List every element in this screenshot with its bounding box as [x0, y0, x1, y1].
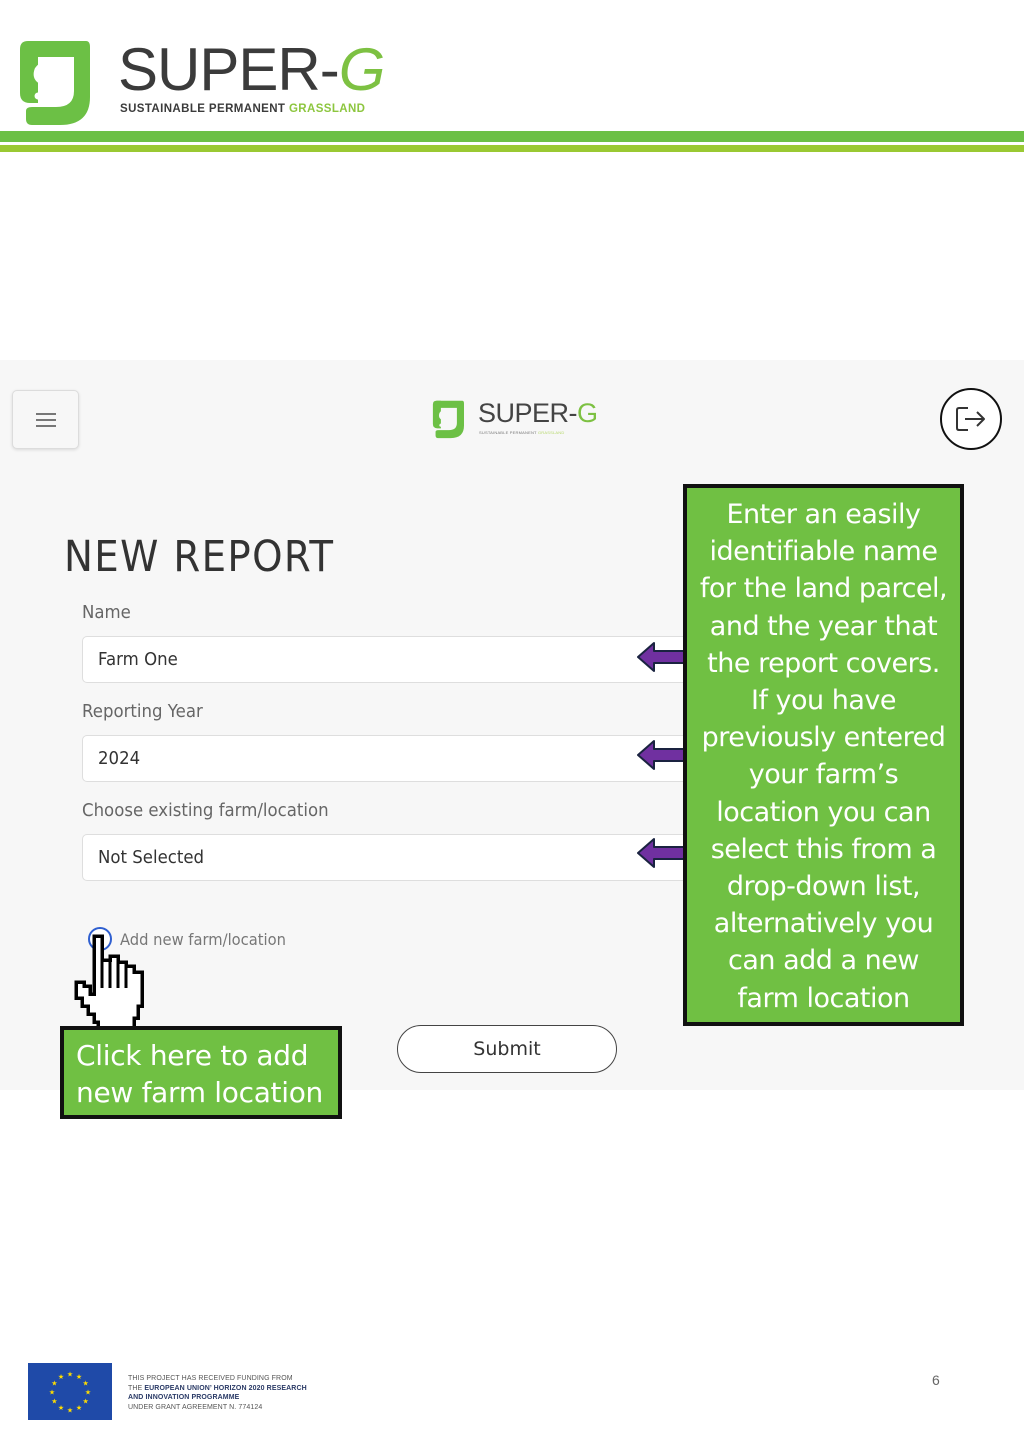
funding-line: THIS PROJECT HAS RECEIVED FUNDING FROM [128, 1375, 293, 1382]
eu-star-icon: ★ [49, 1389, 55, 1397]
hamburger-icon [35, 412, 56, 427]
eu-star-icon: ★ [51, 1380, 57, 1388]
super-g-logo-icon [432, 400, 464, 439]
callout-text: Enter an easily [726, 499, 922, 530]
name-label: Name [82, 602, 131, 623]
eu-star-icon: ★ [82, 1398, 88, 1406]
name-input[interactable]: Farm One [82, 636, 702, 683]
app-logo: SUPER-G SUSTAINABLE PERMANENT GRASSLAND [430, 398, 600, 440]
funding-line: AND INNOVATION PROGRAMME [128, 1394, 240, 1402]
callout-text: drop-down list, [726, 871, 921, 903]
header-stripe [0, 145, 1024, 152]
existing-farm-select[interactable]: Not Selected [82, 834, 702, 881]
click-here-callout: Click here to add new farm location [60, 1026, 342, 1119]
funding-line: UNDER GRANT AGREEMENT N. 774124 [128, 1403, 263, 1411]
callout-text: select this from a [710, 833, 937, 865]
arrow-left-icon [637, 642, 686, 672]
header-stripe [0, 131, 1024, 142]
logout-button[interactable] [940, 388, 1002, 450]
callout-text: farm location [737, 982, 910, 1014]
callout-text: location you can [716, 796, 931, 828]
instruction-callout: Enter an easily identifiable name for th… [683, 484, 964, 1026]
callout-text: the report covers. [707, 647, 940, 679]
brand-title: SUPER-G [118, 36, 385, 103]
callout-text: can add a new [728, 945, 919, 977]
logout-icon [956, 407, 985, 431]
eu-star-icon: ★ [67, 1371, 73, 1379]
callout-text: your farm’s [748, 759, 899, 791]
eu-flag-icon: ★ ★★★★★★★★★★★ [28, 1363, 112, 1420]
app-logo-title: SUPER-G [478, 398, 598, 428]
document-header: SUPER-G SUSTAINABLE PERMANENT GRASSLAND [0, 0, 1024, 160]
funding-statement: THIS PROJECT HAS RECEIVED FUNDING FROM T… [128, 1374, 307, 1412]
eu-star-icon: ★ [85, 1389, 91, 1397]
hand-pointer-icon [74, 934, 144, 1032]
arrow-left-icon [637, 838, 686, 868]
brand-subtitle: SUSTAINABLE PERMANENT GRASSLAND [120, 103, 366, 115]
eu-star-icon: ★ [51, 1398, 57, 1406]
callout-text: previously entered [701, 722, 946, 754]
eu-star-icon: ★ [67, 1407, 73, 1415]
callout-text: and the year that [709, 610, 938, 642]
eu-star-icon: ★ [58, 1373, 64, 1381]
eu-star-icon: ★ [82, 1380, 88, 1388]
callout-text: identifiable name [709, 536, 938, 568]
reporting-year-input[interactable]: 2024 [82, 735, 702, 782]
eu-star-icon: ★ [76, 1373, 82, 1381]
page-number: 6 [932, 1372, 940, 1388]
funding-line: THE EUROPEAN UNION’ HORIZON 2020 RESEARC… [128, 1384, 307, 1392]
arrow-left-icon [637, 740, 686, 770]
super-g-logo-icon [20, 41, 90, 125]
callout-text: alternatively you [713, 908, 934, 940]
callout-text: If you have [751, 685, 897, 717]
eu-star-icon: ★ [76, 1404, 82, 1412]
callout-text: new farm location [76, 1076, 323, 1109]
callout-text: for the land parcel, [699, 573, 948, 605]
menu-button[interactable] [12, 390, 79, 449]
page-title: NEW REPORT [64, 532, 335, 582]
eu-star-icon: ★ [58, 1404, 64, 1412]
existing-farm-label: Choose existing farm/location [82, 800, 329, 821]
app-logo-subtitle: SUSTAINABLE PERMANENT GRASSLAND [479, 430, 565, 435]
reporting-year-label: Reporting Year [82, 701, 203, 722]
callout-text: Click here to add [76, 1039, 309, 1072]
submit-button[interactable]: Submit [397, 1025, 617, 1073]
